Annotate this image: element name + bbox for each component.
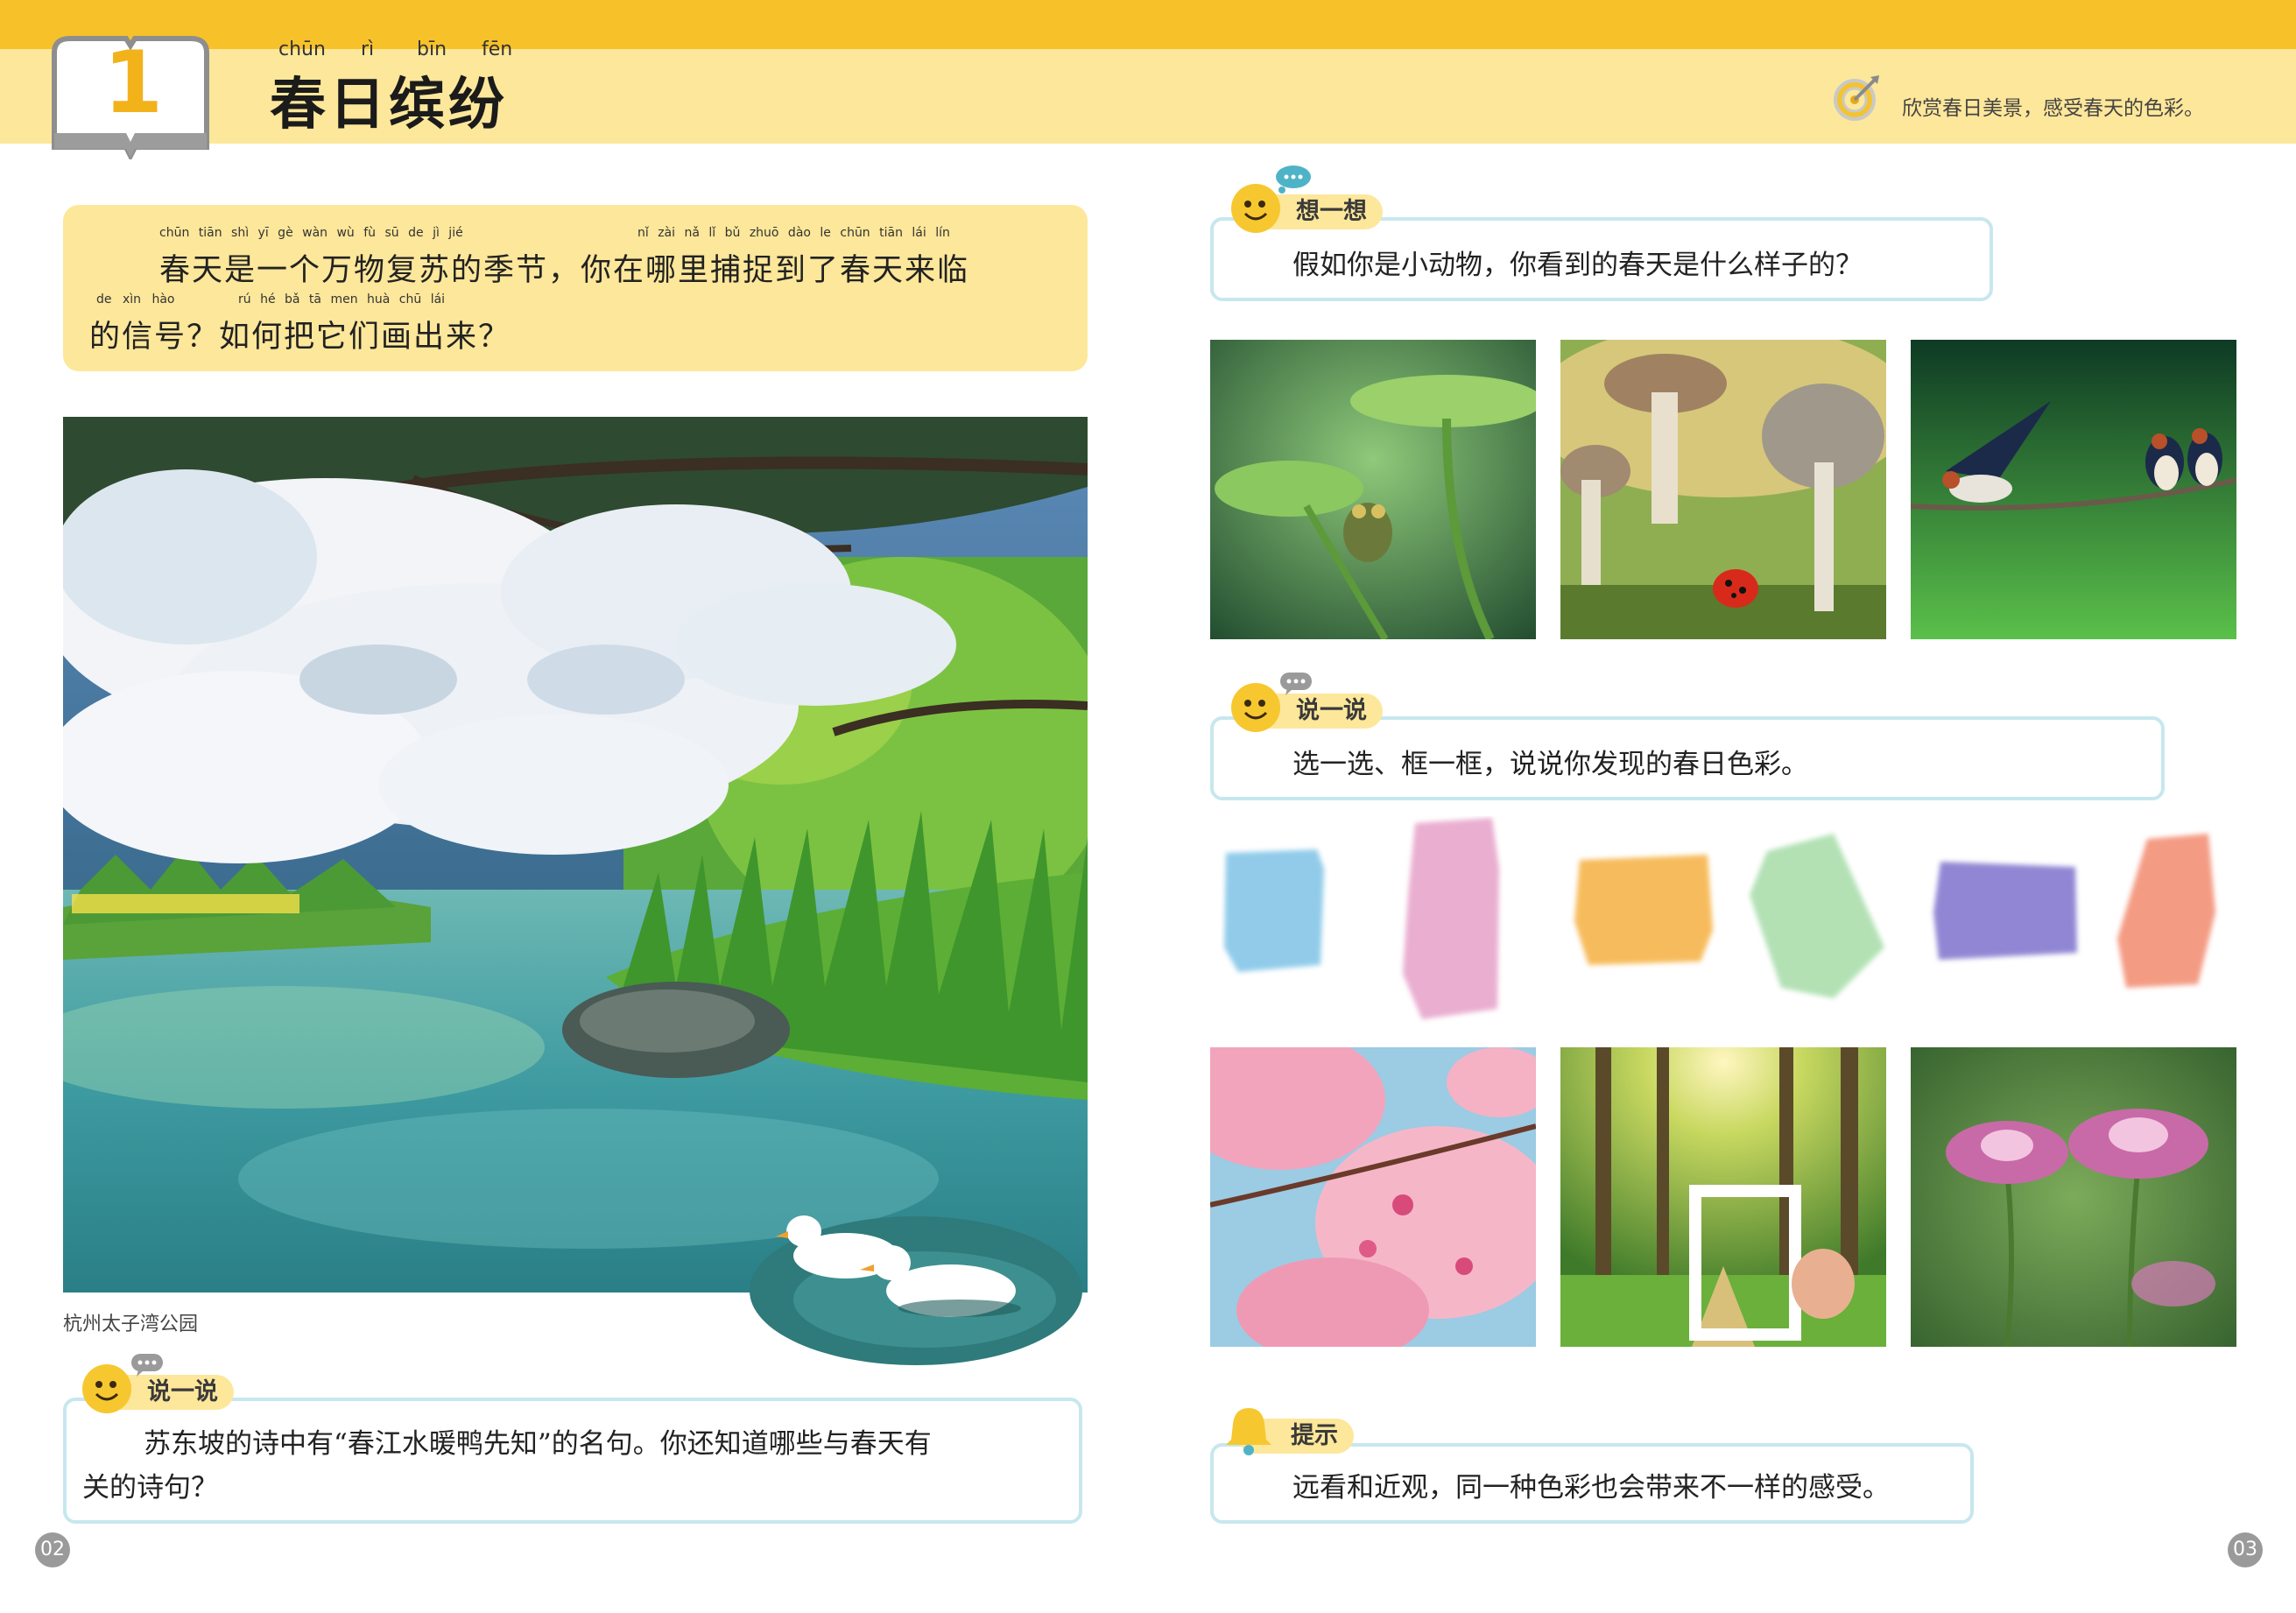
- title-pinyin-4: fēn: [482, 39, 513, 60]
- lesson-number: 1: [103, 33, 164, 133]
- lesson-goal: 欣赏春日美景，感受春天的色彩。: [1902, 97, 2204, 120]
- intro-pinyin-2: de xìn hào: [96, 292, 175, 306]
- smiley-icon: [1231, 184, 1280, 233]
- speech-bubble-icon: [131, 1354, 163, 1377]
- intro-pinyin-2b: rú hé bǎ tā men huà chū lái: [238, 292, 446, 306]
- main-landscape-photo: [63, 417, 1088, 1293]
- think-text: 假如你是小动物，你看到的春天是什么样子的？: [1292, 250, 1863, 281]
- swatch-purple: [1933, 862, 2077, 960]
- swatch-light-green: [1750, 834, 1884, 998]
- swatch-coral: [2117, 834, 2215, 988]
- header-top-bar: [0, 0, 2296, 49]
- page-title: 春日缤纷: [270, 73, 508, 137]
- color-swatches: [1224, 818, 2215, 1019]
- photo-caption: 杭州太子湾公园: [63, 1314, 199, 1335]
- bell-icon: [1226, 1408, 1271, 1455]
- target-icon: [1834, 75, 1879, 121]
- tip-text: 远看和近观，同一种色彩也会带来不一样的感受。: [1292, 1472, 1890, 1504]
- intro-pinyin-1: chūn tiān shì yī gè wàn wù fù sū de jì j…: [159, 226, 463, 240]
- left-talk-text-2: 关的诗句？: [82, 1472, 218, 1504]
- ducks-photo: [750, 1215, 1082, 1365]
- title-pinyin-2: rì: [361, 39, 375, 60]
- frog-photo: [1210, 340, 1536, 639]
- intro-line-2: 的信号？如何把它们画出来？: [89, 320, 511, 355]
- swatch-blue: [1224, 849, 1324, 972]
- thought-bubble-icon: [1276, 166, 1311, 194]
- speech-bubble-icon: [1280, 673, 1312, 695]
- smiley-icon: [1231, 683, 1280, 732]
- swatch-pink: [1403, 818, 1499, 1019]
- intro-pinyin-1b: nǐ zài nǎ lǐ bǔ zhuō dào le chūn tiān lá…: [637, 226, 950, 240]
- title-pinyin-1: chūn: [278, 39, 326, 60]
- intro-line-1: 春天是一个万物复苏的季节，你在哪里捕捉到了春天来临: [159, 253, 970, 288]
- left-talk-text-1: 苏东坡的诗中有“春江水暖鸭先知”的名句。你还知道哪些与春天有: [144, 1428, 932, 1460]
- right-talk-text: 选一选、框一框，说说你发现的春日色彩。: [1292, 749, 1808, 780]
- cherry-blossom-photo: [1210, 1047, 1536, 1347]
- pink-flowers-photo: [1911, 1047, 2236, 1347]
- swatch-orange: [1574, 855, 1713, 965]
- swallows-photo: [1911, 340, 2236, 639]
- page-number-right: 03: [2228, 1532, 2263, 1567]
- forest-frame-photo: [1560, 1047, 1886, 1347]
- smiley-icon: [82, 1364, 131, 1413]
- page-number-left: 02: [35, 1532, 70, 1567]
- title-pinyin-3: bīn: [417, 39, 447, 60]
- mushroom-ladybug-photo: [1560, 340, 1886, 639]
